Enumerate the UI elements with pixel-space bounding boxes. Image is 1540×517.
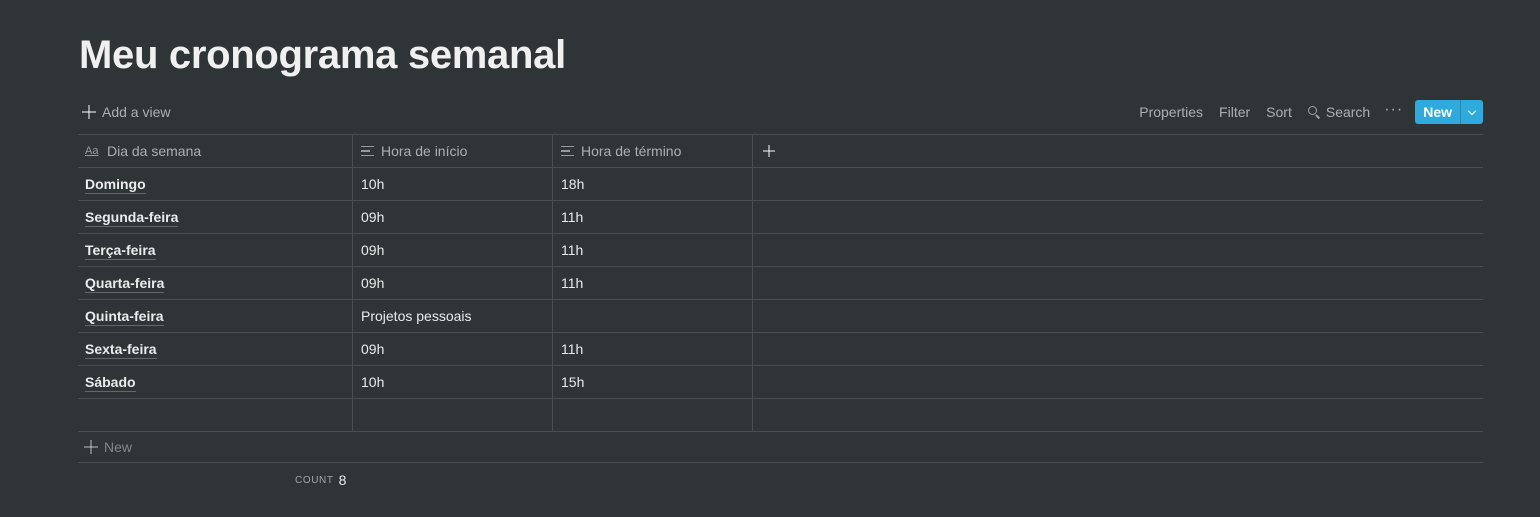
add-row-label: New bbox=[104, 439, 133, 455]
properties-button[interactable]: Properties bbox=[1131, 100, 1211, 124]
column-label: Hora de término bbox=[581, 143, 682, 159]
text-property-icon: Aa bbox=[85, 145, 99, 157]
column-header-inicio[interactable]: Hora de início bbox=[353, 135, 553, 167]
cell-empty bbox=[753, 399, 1483, 431]
column-label: Dia da semana bbox=[107, 143, 202, 159]
table-row[interactable]: Sábado 10h 15h bbox=[78, 366, 1483, 399]
cell-inicio[interactable]: 09h bbox=[353, 333, 553, 365]
cell-termino[interactable]: 11h bbox=[553, 234, 753, 266]
view-toolbar: Add a view Properties Filter Sort Search… bbox=[78, 98, 1483, 126]
filter-button[interactable]: Filter bbox=[1211, 100, 1258, 124]
table-row[interactable]: Terça-feira 09h 11h bbox=[78, 234, 1483, 267]
cell-dia[interactable]: Domingo bbox=[78, 168, 353, 200]
toolbar-actions: Properties Filter Sort Search ··· New bbox=[1131, 100, 1483, 124]
cell-inicio[interactable]: 10h bbox=[353, 168, 553, 200]
text-lines-icon bbox=[561, 145, 575, 157]
count-value: 8 bbox=[338, 472, 347, 488]
cell-termino[interactable]: 11h bbox=[553, 201, 753, 233]
table-row[interactable]: Quinta-feira Projetos pessoais bbox=[78, 300, 1483, 333]
search-label: Search bbox=[1325, 104, 1371, 120]
cell-termino[interactable]: 15h bbox=[553, 366, 753, 398]
table-row[interactable]: Quarta-feira 09h 11h bbox=[78, 267, 1483, 300]
database-table: Aa Dia da semana Hora de início Hora de … bbox=[78, 134, 1483, 463]
new-button-group: New bbox=[1415, 100, 1483, 124]
cell-inicio[interactable]: Projetos pessoais bbox=[353, 300, 553, 332]
row-title[interactable]: Sábado bbox=[85, 374, 136, 392]
cell-termino[interactable]: 11h bbox=[553, 267, 753, 299]
cell-termino[interactable]: 11h bbox=[553, 333, 753, 365]
add-view-button[interactable]: Add a view bbox=[82, 101, 170, 123]
cell-dia[interactable]: Sexta-feira bbox=[78, 333, 353, 365]
cell-inicio[interactable] bbox=[353, 399, 553, 431]
column-label: Hora de início bbox=[381, 143, 468, 159]
add-row-button[interactable]: New bbox=[78, 432, 1483, 463]
table-row[interactable]: Segunda-feira 09h 11h bbox=[78, 201, 1483, 234]
cell-termino[interactable] bbox=[553, 300, 753, 332]
search-icon bbox=[1307, 106, 1320, 118]
table-body: Domingo 10h 18h Segunda-feira 09h 11h Te… bbox=[78, 168, 1483, 432]
table-row[interactable]: Domingo 10h 18h bbox=[78, 168, 1483, 201]
add-view-label: Add a view bbox=[102, 104, 171, 120]
cell-empty bbox=[753, 333, 1483, 365]
table-header: Aa Dia da semana Hora de início Hora de … bbox=[78, 135, 1483, 168]
row-title[interactable]: Segunda-feira bbox=[85, 209, 179, 227]
table-row-empty[interactable] bbox=[78, 399, 1483, 432]
cell-empty bbox=[753, 300, 1483, 332]
new-button[interactable]: New bbox=[1415, 100, 1460, 124]
plus-icon bbox=[763, 145, 775, 157]
row-title[interactable]: Domingo bbox=[85, 176, 146, 194]
column-header-dia[interactable]: Aa Dia da semana bbox=[78, 135, 353, 167]
table-row[interactable]: Sexta-feira 09h 11h bbox=[78, 333, 1483, 366]
cell-dia[interactable]: Sábado bbox=[78, 366, 353, 398]
count-label: COUNT bbox=[295, 474, 334, 486]
chevron-down-icon bbox=[1467, 106, 1477, 115]
cell-dia[interactable] bbox=[78, 399, 353, 431]
cell-inicio[interactable]: 09h bbox=[353, 201, 553, 233]
plus-icon bbox=[82, 105, 96, 119]
cell-inicio[interactable]: 09h bbox=[353, 267, 553, 299]
more-options-icon[interactable]: ··· bbox=[1378, 98, 1413, 126]
cell-termino[interactable] bbox=[553, 399, 753, 431]
cell-dia[interactable]: Segunda-feira bbox=[78, 201, 353, 233]
cell-termino[interactable]: 18h bbox=[553, 168, 753, 200]
cell-empty bbox=[753, 267, 1483, 299]
page-title: Meu cronograma semanal bbox=[79, 33, 566, 77]
new-dropdown-button[interactable] bbox=[1460, 100, 1483, 124]
text-lines-icon bbox=[361, 145, 375, 157]
page: Meu cronograma semanal Add a view Proper… bbox=[0, 0, 1540, 517]
cell-dia[interactable]: Terça-feira bbox=[78, 234, 353, 266]
cell-inicio[interactable]: 10h bbox=[353, 366, 553, 398]
cell-empty bbox=[753, 168, 1483, 200]
add-column-button[interactable] bbox=[753, 135, 1483, 167]
column-header-termino[interactable]: Hora de término bbox=[553, 135, 753, 167]
row-title[interactable]: Sexta-feira bbox=[85, 341, 157, 359]
row-title[interactable]: Quinta-feira bbox=[85, 308, 164, 326]
cell-dia[interactable]: Quinta-feira bbox=[78, 300, 353, 332]
plus-icon bbox=[84, 440, 98, 454]
cell-dia[interactable]: Quarta-feira bbox=[78, 267, 353, 299]
row-count[interactable]: COUNT 8 bbox=[295, 472, 346, 488]
cell-empty bbox=[753, 366, 1483, 398]
row-title[interactable]: Quarta-feira bbox=[85, 275, 165, 293]
cell-inicio[interactable]: 09h bbox=[353, 234, 553, 266]
row-title[interactable]: Terça-feira bbox=[85, 242, 156, 260]
cell-empty bbox=[753, 234, 1483, 266]
search-button[interactable]: Search bbox=[1300, 100, 1378, 124]
sort-button[interactable]: Sort bbox=[1258, 100, 1300, 124]
cell-empty bbox=[753, 201, 1483, 233]
